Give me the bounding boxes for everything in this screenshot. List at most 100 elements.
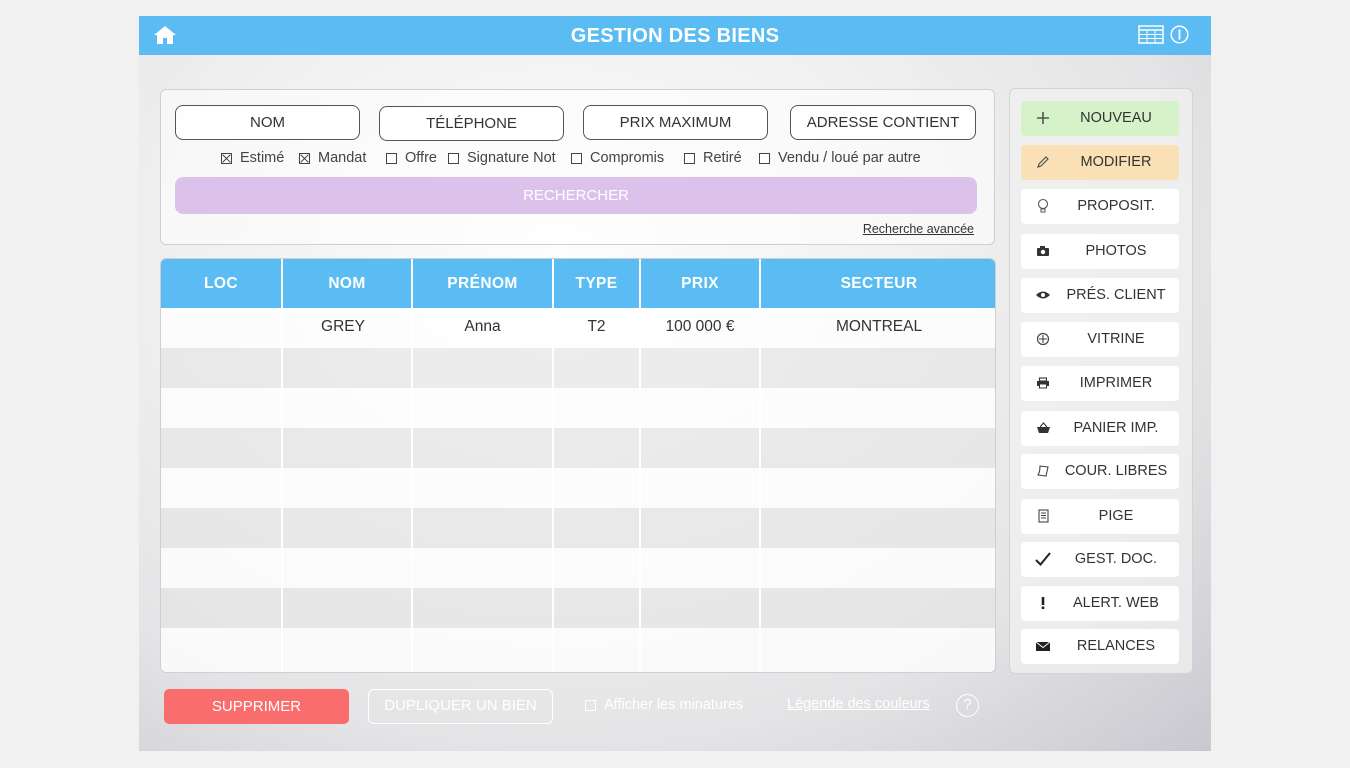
imprimer-button[interactable]: IMPRIMER [1021,366,1179,401]
eye-icon [1035,287,1051,303]
filter-signature-label: Signature Not [467,150,556,166]
empty-table-row [161,508,995,548]
column-separator [552,259,554,672]
status-filters: Estimé Mandat Offre Signature Not Compro… [161,150,996,170]
column-header-secteur[interactable]: SECTEUR [761,259,995,308]
info-icon[interactable] [1170,25,1189,44]
filter-compromis-checkbox[interactable]: Compromis [571,150,664,166]
relances-button[interactable]: RELANCES [1021,629,1179,664]
color-legend-link[interactable]: Légende des couleurs [787,696,930,712]
empty-table-row [161,628,995,672]
table-row[interactable]: GREY Anna T2 100 000 € MONTREAL [161,308,995,348]
title-bar: GESTION DES BIENS [139,16,1211,55]
empty-table-row [161,428,995,468]
crosshair-icon [1035,331,1051,347]
empty-table-row [161,548,995,588]
filter-signature-checkbox[interactable]: Signature Not [448,150,556,166]
column-header-nom[interactable]: NOM [283,259,411,308]
checkbox-icon [386,152,397,164]
cour-libres-label: COUR. LIBRES [1064,463,1168,479]
panier-imp-label: PANIER IMP. [1073,420,1159,436]
pres-client-button[interactable]: PRÉS. CLIENT [1021,278,1179,313]
column-separator [281,259,283,672]
filter-telephone-button[interactable]: TÉLÉPHONE [379,106,564,141]
imprimer-label: IMPRIMER [1079,375,1153,391]
actions-sidebar: NOUVEAU MODIFIER PROPOSIT. PHOTOS PRÉS. … [1009,88,1193,674]
gest-doc-label: GEST. DOC. [1074,551,1158,567]
column-header-prenom[interactable]: PRÉNOM [413,259,552,308]
duplicate-button[interactable]: DUPLIQUER UN BIEN [368,689,553,724]
vitrine-button[interactable]: VITRINE [1021,322,1179,357]
pige-label: PIGE [1098,508,1134,524]
filter-prix-maximum-button[interactable]: PRIX MAXIMUM [583,105,768,140]
cell-secteur: MONTREAL [835,318,923,335]
nouveau-label: NOUVEAU [1080,110,1152,126]
checkbox-icon [684,152,695,164]
envelope-icon [1035,638,1051,654]
page-title: GESTION DES BIENS [570,25,780,47]
basket-icon [1035,420,1051,436]
empty-table-row [161,388,995,428]
checkmark-icon [1035,551,1051,567]
filter-offre-label: Offre [405,150,437,166]
table-view-icon[interactable] [1138,25,1164,44]
photos-button[interactable]: PHOTOS [1021,234,1179,269]
app-window: GESTION DES BIENS NOM TÉLÉPHONE PRIX MAX… [139,16,1211,751]
modifier-button[interactable]: MODIFIER [1021,145,1179,180]
filter-vendu-checkbox[interactable]: Vendu / loué par autre [759,150,921,166]
printer-icon [1035,375,1051,391]
column-header-prix[interactable]: PRIX [641,259,759,308]
cell-prix: 100 000 € [665,318,735,335]
pige-button[interactable]: PIGE [1021,499,1179,534]
pres-client-label: PRÉS. CLIENT [1066,287,1166,303]
filter-mandat-checkbox[interactable]: Mandat [299,150,366,166]
checkbox-icon [585,699,596,711]
pencil-icon [1035,154,1051,170]
filter-estime-checkbox[interactable]: Estimé [221,150,284,166]
column-separator [639,259,641,672]
filter-nom-button[interactable]: NOM [175,105,360,140]
filter-retire-checkbox[interactable]: Retiré [684,150,742,166]
checkbox-icon [759,152,770,164]
gest-doc-button[interactable]: GEST. DOC. [1021,542,1179,577]
camera-icon [1035,243,1051,259]
column-header-loc[interactable]: LOC [161,259,281,308]
results-table: LOC NOM PRÉNOM TYPE PRIX SECTEUR GREY An… [160,258,996,673]
filter-adresse-button[interactable]: ADRESSE CONTIENT [790,105,976,140]
document-icon [1035,508,1051,524]
paper-icon [1035,463,1051,479]
plus-icon [1035,110,1051,126]
search-button[interactable]: RECHERCHER [175,177,977,214]
filter-mandat-label: Mandat [318,150,367,166]
checkbox-icon [571,152,582,164]
filter-estime-label: Estimé [240,150,285,166]
advanced-search-link[interactable]: Recherche avancée [863,222,974,236]
cell-nom: GREY [321,318,365,335]
checkbox-checked-icon [221,152,232,164]
alert-web-button[interactable]: ALERT. WEB [1021,586,1179,621]
vitrine-label: VITRINE [1087,331,1145,347]
column-header-type[interactable]: TYPE [554,259,639,308]
delete-button[interactable]: SUPPRIMER [164,689,349,724]
relances-label: RELANCES [1076,638,1156,654]
search-panel: NOM TÉLÉPHONE PRIX MAXIMUM ADRESSE CONTI… [160,89,995,245]
modifier-label: MODIFIER [1080,154,1152,170]
cell-prenom: Anna [464,318,501,335]
table-header: LOC NOM PRÉNOM TYPE PRIX SECTEUR [161,259,995,308]
checkbox-checked-icon [299,152,310,164]
column-separator [411,259,413,672]
nouveau-button[interactable]: NOUVEAU [1021,101,1179,136]
show-thumbnails-label: Afficher les minatures [604,697,744,713]
filter-offre-checkbox[interactable]: Offre [386,150,437,166]
show-thumbnails-checkbox[interactable]: Afficher les minatures [585,697,743,713]
lightbulb-icon [1035,198,1051,214]
cour-libres-button[interactable]: COUR. LIBRES [1021,454,1179,489]
panier-imp-button[interactable]: PANIER IMP. [1021,411,1179,446]
help-icon[interactable]: ? [956,694,979,717]
proposit-button[interactable]: PROPOSIT. [1021,189,1179,224]
empty-table-row [161,348,995,388]
filter-retire-label: Retiré [703,150,742,166]
checkbox-icon [448,152,459,164]
exclamation-icon [1035,595,1051,611]
cell-loc [161,308,281,348]
